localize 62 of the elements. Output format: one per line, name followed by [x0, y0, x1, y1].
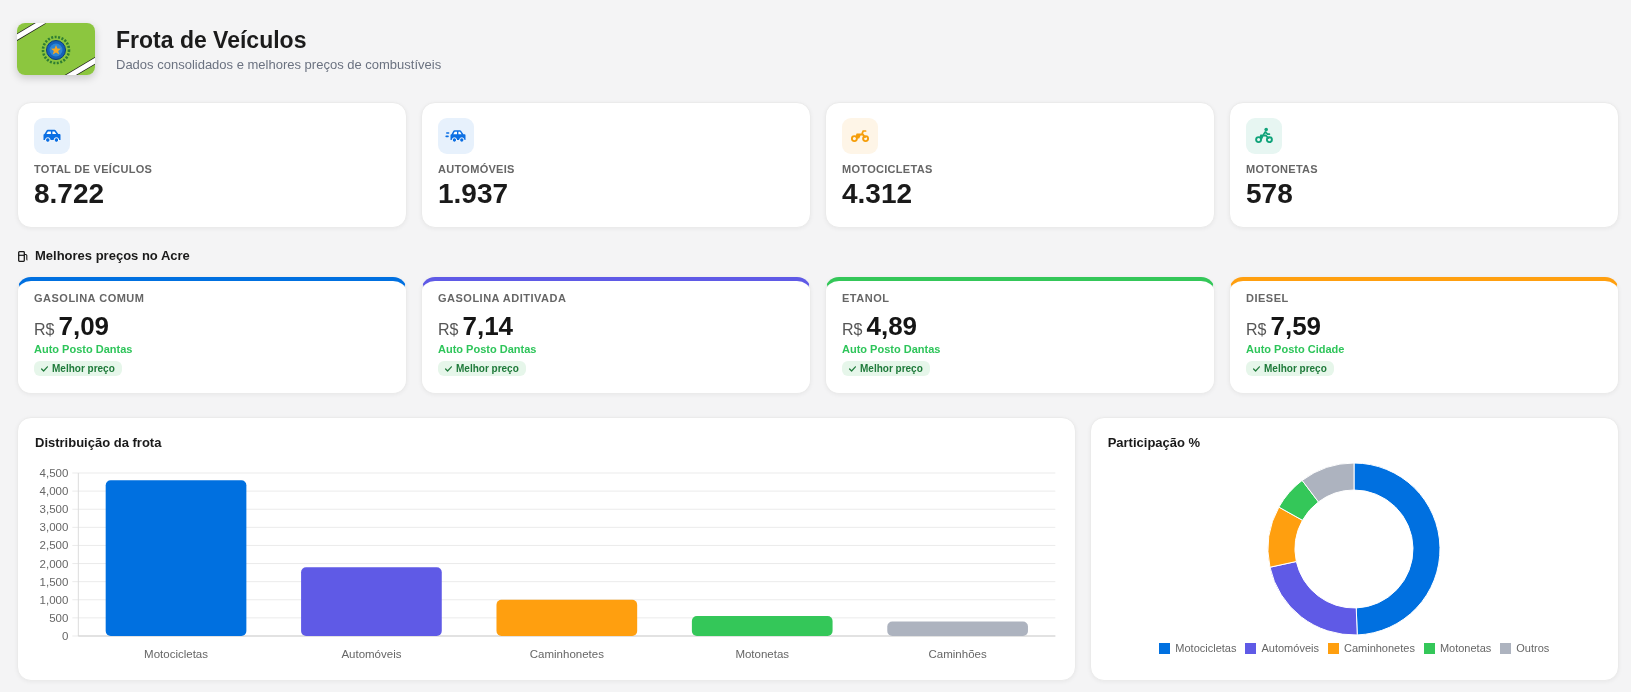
axis-tick-label: 0 — [61, 630, 69, 642]
station-name: Auto Posto Dantas — [34, 342, 133, 356]
scooter-rider-icon — [1246, 118, 1282, 154]
axis-tick-label: 2,500 — [39, 539, 69, 552]
legend-label: Motocicletas — [1175, 641, 1237, 655]
currency-symbol: R$ — [842, 320, 863, 340]
axis-category-label: Automóveis — [341, 648, 402, 660]
stat-label: AUTOMÓVEIS — [438, 163, 515, 176]
motorcycle-icon — [842, 118, 878, 154]
currency-symbol: R$ — [438, 320, 459, 340]
stat-value: 578 — [1246, 177, 1293, 211]
best-price-tag: Melhor preço — [438, 361, 526, 376]
fuel-type-label: GASOLINA ADITIVADA — [438, 292, 567, 305]
axis-tick-label: 4,000 — [39, 485, 69, 498]
page-title: Frota de Veículos — [116, 25, 308, 54]
stat-value: 8.722 — [34, 177, 105, 211]
legend-label: Caminhonetes — [1343, 641, 1415, 655]
best-price-tag: Melhor preço — [34, 361, 122, 376]
fuel-price: 7,14 — [462, 311, 514, 341]
stat-label: MOTOCICLETAS — [842, 163, 933, 176]
legend-label: Outros — [1516, 641, 1550, 655]
legend-label: Automóveis — [1261, 641, 1319, 655]
fuel-price: 7,59 — [1270, 311, 1322, 341]
stat-label: TOTAL DE VEÍCULOS — [34, 163, 153, 176]
axis-category-label: Motocicletas — [144, 648, 208, 660]
axis-category-label: Motonetas — [735, 648, 790, 660]
check-icon — [849, 365, 856, 372]
chart-title: Participação % — [1107, 435, 1201, 451]
axis-tick-label: 500 — [49, 611, 69, 624]
speeding-car-icon — [438, 118, 474, 154]
axis-tick-label: 4,500 — [39, 467, 69, 479]
stat-value: 1.937 — [438, 177, 509, 211]
check-icon — [41, 365, 48, 372]
page-subtitle: Dados consolidados e melhores preços de combustíveis — [116, 56, 442, 73]
best-price-tag: Melhor preço — [842, 361, 930, 376]
stat-label: MOTONETAS — [1246, 163, 1318, 176]
station-name: Auto Posto Cidade — [1246, 342, 1345, 356]
check-icon — [445, 365, 452, 372]
currency-symbol: R$ — [34, 320, 55, 340]
axis-category-label: Caminhões — [928, 648, 987, 660]
car-icon — [34, 118, 70, 154]
fuel-type-label: ETANOL — [842, 292, 890, 305]
fuel-price: 7,09 — [58, 311, 110, 341]
axis-tick-label: 2,000 — [39, 557, 69, 570]
check-icon — [1253, 365, 1260, 372]
section-heading: Melhores preços no Acre — [35, 248, 190, 264]
currency-symbol: R$ — [1246, 320, 1267, 340]
fuel-type-label: DIESEL — [1246, 292, 1289, 305]
axis-tick-label: 3,500 — [39, 503, 69, 516]
axis-tick-label: 1,000 — [39, 593, 69, 606]
axis-category-label: Caminhonetes — [529, 648, 604, 660]
station-name: Auto Posto Dantas — [438, 342, 537, 356]
axis-tick-label: 3,000 — [39, 521, 69, 534]
fuel-pump-icon — [18, 250, 28, 262]
axis-tick-label: 1,500 — [39, 575, 69, 588]
station-name: Auto Posto Dantas — [842, 342, 941, 356]
chart-title: Distribuição da frota — [35, 435, 162, 451]
fuel-price: 4,89 — [866, 311, 918, 341]
best-price-tag: Melhor preço — [1246, 361, 1334, 376]
legend-label: Motonetas — [1439, 641, 1492, 655]
stat-value: 4.312 — [842, 177, 913, 211]
fuel-type-label: GASOLINA COMUM — [34, 292, 145, 305]
